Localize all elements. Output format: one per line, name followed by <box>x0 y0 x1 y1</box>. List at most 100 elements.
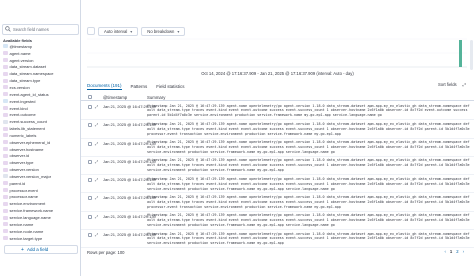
field-name: numeric_labels <box>9 132 37 138</box>
histogram-bar[interactable] <box>459 40 462 67</box>
row-summary: @timestamp Jan 21, 2025 @ 16:47:29.139 a… <box>147 231 470 246</box>
field-type-icon <box>3 215 8 220</box>
field-type-icon <box>3 126 8 131</box>
breakdown-select[interactable]: No breakdown ▾ <box>141 26 186 36</box>
sort-fields-control[interactable]: Sort fields ⤢ <box>438 82 466 87</box>
table-row[interactable]: ⤢ Jan 21, 2025 @ 16:47:29.139 @timestamp J… <box>81 139 474 157</box>
column-header-summary[interactable]: Summary <box>147 95 165 100</box>
field-name: agent.version <box>9 57 34 63</box>
field-type-icon <box>3 201 8 206</box>
row-checkbox[interactable] <box>88 233 92 238</box>
table-row[interactable]: ⤢ Jan 21, 2025 @ 16:47:29.139 @timestamp J… <box>81 230 474 249</box>
table-row[interactable]: ⤢ Jan 21, 2025 @ 16:47:29.139 @timestamp J… <box>81 175 474 194</box>
select-all-checkbox[interactable] <box>88 95 92 99</box>
field-list-item[interactable]: ecs.version <box>3 84 79 91</box>
row-checkbox[interactable] <box>88 141 92 146</box>
chart-toggle-icon[interactable] <box>87 27 95 35</box>
time-range-caption: Oct 14, 2024 @ 17:16:37.909 - Jan 21, 20… <box>201 71 354 76</box>
field-list-item[interactable]: observer.id <box>3 153 79 160</box>
field-list-item[interactable]: service.framework.name <box>3 207 79 214</box>
field-list-item[interactable]: agent.version <box>3 57 79 64</box>
field-list-item[interactable]: observer.version_major <box>3 173 79 180</box>
sort-fields-label: Sort fields <box>438 82 457 87</box>
field-list-item[interactable]: data_stream.namespace <box>3 70 79 77</box>
expand-row-icon[interactable]: ⤢ <box>95 122 98 127</box>
table-row[interactable]: ⤢ Jan 21, 2025 @ 16:47:29.139 @timestamp J… <box>81 102 474 121</box>
field-list-item[interactable]: observer.ephemeral_id <box>3 139 79 146</box>
next-page-icon[interactable]: › <box>463 249 464 254</box>
expand-row-icon[interactable]: ⤢ <box>95 159 98 164</box>
field-list-item[interactable]: service.node.name <box>3 228 79 235</box>
page-link[interactable]: 2 <box>456 249 458 254</box>
field-list-item[interactable]: parent.id <box>3 180 79 187</box>
field-list-item[interactable]: service.environment <box>3 200 79 207</box>
field-type-icon <box>3 58 8 63</box>
field-name: observer.ephemeral_id <box>9 139 51 145</box>
field-list-item[interactable]: labels.lib_statement <box>3 125 79 132</box>
field-list-item[interactable]: observer.type <box>3 159 79 166</box>
field-type-icon <box>3 99 8 104</box>
field-list-item[interactable]: data_stream.type <box>3 77 79 84</box>
row-summary: @timestamp Jan 21, 2025 @ 16:47:29.139 a… <box>147 194 470 209</box>
field-list-item[interactable]: event.outcome <box>3 111 79 118</box>
field-type-icon <box>3 64 8 69</box>
rows-per-page-select[interactable]: Rows per page: 100 <box>87 250 124 255</box>
field-list-item[interactable]: event.agent_id_status <box>3 91 79 98</box>
tab-0[interactable]: Documents (191) <box>87 83 122 90</box>
field-list-item[interactable]: event.success_count <box>3 118 79 125</box>
prev-page-icon[interactable]: ‹ <box>445 249 446 254</box>
field-list-item[interactable]: service.target.type <box>3 235 79 242</box>
table-row[interactable]: ⤢ Jan 21, 2025 @ 16:47:29.139 @timestamp J… <box>81 157 474 176</box>
field-list-item[interactable]: numeric_labels <box>3 132 79 139</box>
row-checkbox[interactable] <box>88 159 92 164</box>
field-list-item[interactable]: observer.hostname <box>3 146 79 153</box>
document-table: ⤢ Jan 21, 2025 @ 16:47:29.139 @timestamp J… <box>81 102 474 249</box>
field-name: observer.id <box>9 153 30 159</box>
row-summary: @timestamp Jan 21, 2025 @ 16:47:29.139 a… <box>147 121 470 136</box>
add-field-button[interactable]: + Add a field <box>4 245 78 254</box>
field-type-icon <box>3 229 8 234</box>
expand-row-icon[interactable]: ⤢ <box>95 195 98 200</box>
field-name: event.agent_id_status <box>9 91 49 97</box>
field-name: observer.hostname <box>9 146 44 152</box>
column-header-timestamp[interactable]: @timestamp <box>103 95 127 100</box>
expand-row-icon[interactable]: ⤢ <box>95 177 98 182</box>
field-list-item[interactable]: observer.version <box>3 166 79 173</box>
field-list-item[interactable]: @timestamp <box>3 43 79 50</box>
table-header: @timestamp Summary <box>81 93 474 101</box>
tab-1[interactable]: Patterns <box>131 84 148 89</box>
chart-scrollbar[interactable] <box>470 40 473 70</box>
field-list-item[interactable]: service.language.name <box>3 214 79 221</box>
expand-row-icon[interactable]: ⤢ <box>95 232 98 237</box>
row-checkbox[interactable] <box>88 214 92 219</box>
table-row[interactable]: ⤢ Jan 21, 2025 @ 16:47:29.139 @timestamp J… <box>81 193 474 212</box>
row-checkbox[interactable] <box>88 178 92 183</box>
fullscreen-icon[interactable]: ⤢ <box>463 82 466 87</box>
field-list-item[interactable]: processor.name <box>3 194 79 201</box>
expand-row-icon[interactable]: ⤢ <box>95 104 98 109</box>
expand-row-icon[interactable]: ⤢ <box>95 141 98 146</box>
expand-row-icon[interactable]: ⤢ <box>95 214 98 219</box>
field-type-icon <box>3 153 8 158</box>
table-row[interactable]: ⤢ Jan 21, 2025 @ 16:47:29.139 @timestamp J… <box>81 120 474 139</box>
field-list-item[interactable]: agent.name <box>3 50 79 57</box>
row-checkbox[interactable] <box>88 196 92 201</box>
tab-2[interactable]: Field statistics <box>156 84 184 89</box>
field-name: service.framework.name <box>9 208 54 214</box>
field-list-item[interactable]: event.kind <box>3 105 79 112</box>
interval-select[interactable]: Auto interval ▾ <box>98 26 139 36</box>
table-row[interactable]: ⤢ Jan 21, 2025 @ 16:47:29.139 @timestamp J… <box>81 212 474 231</box>
field-search-input[interactable]: Search field names <box>2 24 79 35</box>
row-checkbox[interactable] <box>88 123 92 128</box>
field-list-item[interactable]: data_stream.dataset <box>3 64 79 71</box>
row-checkbox[interactable] <box>88 105 92 109</box>
field-type-icon <box>3 44 8 49</box>
field-list-item[interactable]: event.ingested <box>3 98 79 105</box>
field-type-icon <box>3 174 8 179</box>
field-name: service.environment <box>9 201 46 207</box>
field-list-item[interactable]: service.name <box>3 221 79 228</box>
field-name: event.outcome <box>9 112 36 118</box>
field-list-item[interactable]: processor.event <box>3 187 79 194</box>
histogram-chart[interactable] <box>87 38 467 68</box>
page-link[interactable]: 1 <box>450 249 452 254</box>
